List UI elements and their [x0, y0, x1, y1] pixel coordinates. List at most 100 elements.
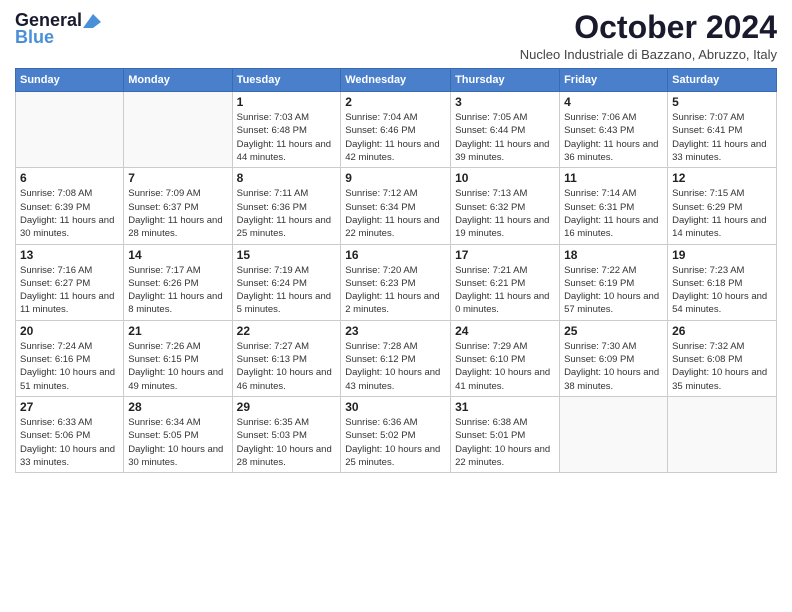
header-wednesday: Wednesday — [341, 69, 451, 92]
day-number: 5 — [672, 95, 772, 109]
calendar-cell — [124, 92, 232, 168]
day-number: 7 — [128, 171, 227, 185]
calendar-cell: 5Sunrise: 7:07 AMSunset: 6:41 PMDaylight… — [668, 92, 777, 168]
logo-blue: Blue — [15, 27, 54, 48]
calendar-cell: 27 Sunrise: 6:33 AMSunset: 5:06 PMDayligh… — [16, 396, 124, 472]
day-detail: Sunrise: 7:12 AMSunset: 6:34 PMDaylight:… — [345, 187, 446, 240]
calendar-table: Sunday Monday Tuesday Wednesday Thursday… — [15, 68, 777, 473]
logo: General Blue — [15, 10, 102, 48]
calendar-week-row: 27 Sunrise: 6:33 AMSunset: 5:06 PMDayligh… — [16, 396, 777, 472]
day-number: 2 — [345, 95, 446, 109]
day-detail: Sunrise: 6:33 AMSunset: 5:06 PMDaylight:… — [20, 416, 119, 469]
calendar-cell: 2 Sunrise: 7:04 AMSunset: 6:46 PMDaylight… — [341, 92, 451, 168]
day-number: 22 — [237, 324, 337, 338]
calendar-cell: 26Sunrise: 7:32 AMSunset: 6:08 PMDayligh… — [668, 320, 777, 396]
calendar-cell: 29 Sunrise: 6:35 AMSunset: 5:03 PMDayligh… — [232, 396, 341, 472]
calendar-cell: 15Sunrise: 7:19 AMSunset: 6:24 PMDayligh… — [232, 244, 341, 320]
calendar-cell: 31 Sunrise: 6:38 AMSunset: 5:01 PMDayligh… — [451, 396, 560, 472]
day-number: 14 — [128, 248, 227, 262]
day-detail: Sunrise: 7:03 AMSunset: 6:48 PMDaylight:… — [237, 111, 337, 164]
calendar-cell: 22 Sunrise: 7:27 AMSunset: 6:13 PMDayligh… — [232, 320, 341, 396]
day-detail: Sunrise: 7:22 AMSunset: 6:19 PMDaylight:… — [564, 264, 663, 317]
day-number: 16 — [345, 248, 446, 262]
location-title: Nucleo Industriale di Bazzano, Abruzzo, … — [520, 47, 777, 62]
day-detail: Sunrise: 7:17 AMSunset: 6:26 PMDaylight:… — [128, 264, 227, 317]
calendar-cell: 23Sunrise: 7:28 AMSunset: 6:12 PMDayligh… — [341, 320, 451, 396]
weekday-header-row: Sunday Monday Tuesday Wednesday Thursday… — [16, 69, 777, 92]
day-detail: Sunrise: 7:09 AMSunset: 6:37 PMDaylight:… — [128, 187, 227, 240]
day-detail: Sunrise: 6:35 AMSunset: 5:03 PMDaylight:… — [237, 416, 337, 469]
header-saturday: Saturday — [668, 69, 777, 92]
calendar-cell: 13Sunrise: 7:16 AMSunset: 6:27 PMDayligh… — [16, 244, 124, 320]
day-number: 12 — [672, 171, 772, 185]
calendar-cell: 9Sunrise: 7:12 AMSunset: 6:34 PMDaylight… — [341, 168, 451, 244]
calendar-cell: 25Sunrise: 7:30 AMSunset: 6:09 PMDayligh… — [560, 320, 668, 396]
header-monday: Monday — [124, 69, 232, 92]
calendar-cell: 7 Sunrise: 7:09 AMSunset: 6:37 PMDaylight… — [124, 168, 232, 244]
day-number: 27 — [20, 400, 119, 414]
day-number: 10 — [455, 171, 555, 185]
day-detail: Sunrise: 6:38 AMSunset: 5:01 PMDaylight:… — [455, 416, 555, 469]
title-section: October 2024 Nucleo Industriale di Bazza… — [520, 10, 777, 62]
day-detail: Sunrise: 7:24 AMSunset: 6:16 PMDaylight:… — [20, 340, 119, 393]
calendar-week-row: 1Sunrise: 7:03 AMSunset: 6:48 PMDaylight… — [16, 92, 777, 168]
header-thursday: Thursday — [451, 69, 560, 92]
day-number: 19 — [672, 248, 772, 262]
day-number: 18 — [564, 248, 663, 262]
day-number: 24 — [455, 324, 555, 338]
day-number: 8 — [237, 171, 337, 185]
day-detail: Sunrise: 7:13 AMSunset: 6:32 PMDaylight:… — [455, 187, 555, 240]
calendar-week-row: 13Sunrise: 7:16 AMSunset: 6:27 PMDayligh… — [16, 244, 777, 320]
day-detail: Sunrise: 6:34 AMSunset: 5:05 PMDaylight:… — [128, 416, 227, 469]
day-number: 13 — [20, 248, 119, 262]
day-number: 20 — [20, 324, 119, 338]
calendar-cell: 10 Sunrise: 7:13 AMSunset: 6:32 PMDayligh… — [451, 168, 560, 244]
day-detail: Sunrise: 7:28 AMSunset: 6:12 PMDaylight:… — [345, 340, 446, 393]
calendar-cell: 3 Sunrise: 7:05 AMSunset: 6:44 PMDaylight… — [451, 92, 560, 168]
calendar-cell: 16 Sunrise: 7:20 AMSunset: 6:23 PMDayligh… — [341, 244, 451, 320]
day-detail: Sunrise: 7:04 AMSunset: 6:46 PMDaylight:… — [345, 111, 446, 164]
logo-icon — [83, 14, 101, 28]
day-number: 6 — [20, 171, 119, 185]
day-detail: Sunrise: 7:05 AMSunset: 6:44 PMDaylight:… — [455, 111, 555, 164]
day-number: 15 — [237, 248, 337, 262]
header-friday: Friday — [560, 69, 668, 92]
calendar-cell: 17 Sunrise: 7:21 AMSunset: 6:21 PMDayligh… — [451, 244, 560, 320]
day-number: 11 — [564, 171, 663, 185]
calendar-cell — [560, 396, 668, 472]
calendar-cell: 4Sunrise: 7:06 AMSunset: 6:43 PMDaylight… — [560, 92, 668, 168]
calendar-cell: 24Sunrise: 7:29 AMSunset: 6:10 PMDayligh… — [451, 320, 560, 396]
calendar-cell: 20 Sunrise: 7:24 AMSunset: 6:16 PMDayligh… — [16, 320, 124, 396]
calendar-cell — [668, 396, 777, 472]
day-number: 26 — [672, 324, 772, 338]
day-detail: Sunrise: 7:26 AMSunset: 6:15 PMDaylight:… — [128, 340, 227, 393]
day-detail: Sunrise: 7:21 AMSunset: 6:21 PMDaylight:… — [455, 264, 555, 317]
header-sunday: Sunday — [16, 69, 124, 92]
calendar-cell: 18 Sunrise: 7:22 AMSunset: 6:19 PMDayligh… — [560, 244, 668, 320]
day-detail: Sunrise: 7:23 AMSunset: 6:18 PMDaylight:… — [672, 264, 772, 317]
day-number: 31 — [455, 400, 555, 414]
day-detail: Sunrise: 7:15 AMSunset: 6:29 PMDaylight:… — [672, 187, 772, 240]
day-detail: Sunrise: 7:11 AMSunset: 6:36 PMDaylight:… — [237, 187, 337, 240]
day-detail: Sunrise: 7:27 AMSunset: 6:13 PMDaylight:… — [237, 340, 337, 393]
calendar-cell — [16, 92, 124, 168]
calendar-cell: 1Sunrise: 7:03 AMSunset: 6:48 PMDaylight… — [232, 92, 341, 168]
calendar-cell: 6 Sunrise: 7:08 AMSunset: 6:39 PMDaylight… — [16, 168, 124, 244]
calendar-cell: 30 Sunrise: 6:36 AMSunset: 5:02 PMDayligh… — [341, 396, 451, 472]
day-number: 17 — [455, 248, 555, 262]
day-detail: Sunrise: 7:20 AMSunset: 6:23 PMDaylight:… — [345, 264, 446, 317]
day-detail: Sunrise: 6:36 AMSunset: 5:02 PMDaylight:… — [345, 416, 446, 469]
month-title: October 2024 — [520, 10, 777, 45]
calendar-page: General Blue October 2024 Nucleo Industr… — [0, 0, 792, 612]
day-number: 21 — [128, 324, 227, 338]
day-detail: Sunrise: 7:08 AMSunset: 6:39 PMDaylight:… — [20, 187, 119, 240]
calendar-week-row: 6 Sunrise: 7:08 AMSunset: 6:39 PMDaylight… — [16, 168, 777, 244]
day-number: 29 — [237, 400, 337, 414]
calendar-cell: 12 Sunrise: 7:15 AMSunset: 6:29 PMDayligh… — [668, 168, 777, 244]
day-detail: Sunrise: 7:14 AMSunset: 6:31 PMDaylight:… — [564, 187, 663, 240]
day-number: 30 — [345, 400, 446, 414]
day-number: 28 — [128, 400, 227, 414]
day-number: 3 — [455, 95, 555, 109]
day-detail: Sunrise: 7:06 AMSunset: 6:43 PMDaylight:… — [564, 111, 663, 164]
header-tuesday: Tuesday — [232, 69, 341, 92]
